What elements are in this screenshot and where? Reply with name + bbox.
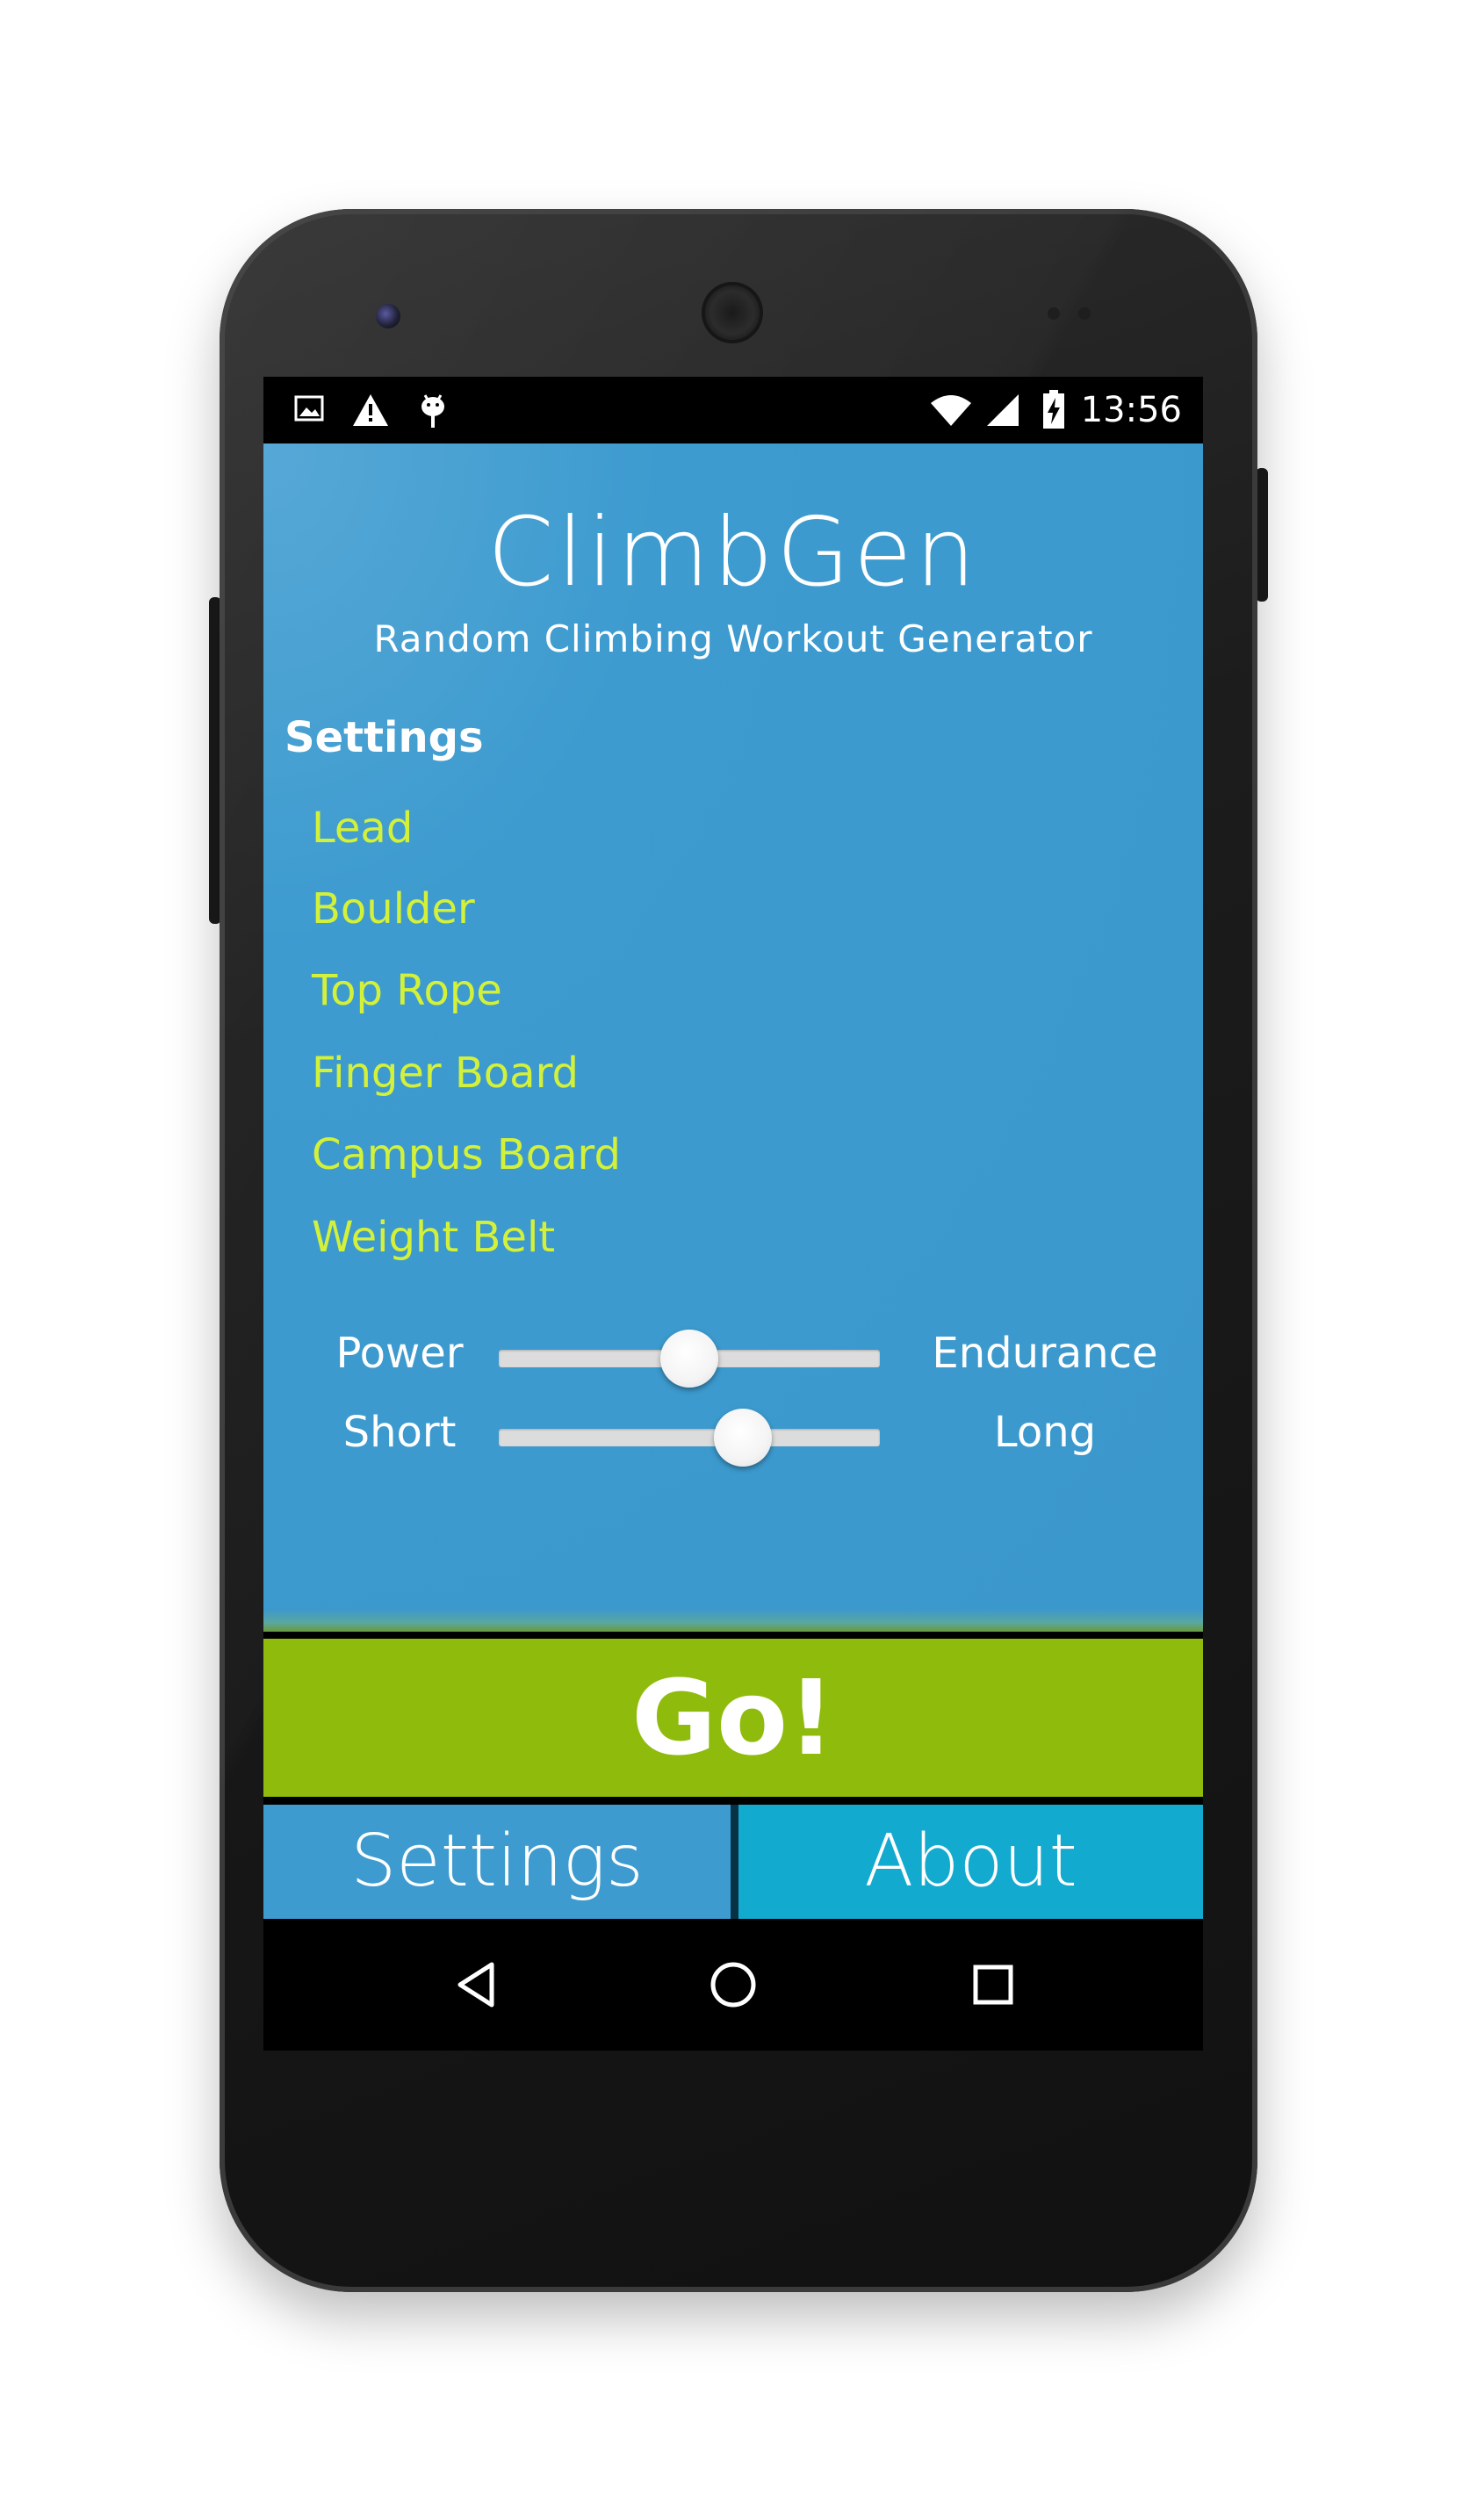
navigation-bar	[263, 1919, 1203, 2051]
earpiece-speaker	[705, 285, 760, 340]
slider-left-label: Short	[342, 1408, 457, 1457]
proximity-sensor	[1048, 307, 1060, 320]
app-title: ClimbGen	[487, 498, 979, 608]
light-sensor	[1078, 307, 1091, 320]
power-endurance-slider[interactable]	[499, 1330, 880, 1388]
wifi-icon	[929, 393, 973, 431]
battery-charging-icon	[1041, 389, 1066, 433]
slider-thumb[interactable]	[660, 1330, 718, 1388]
option-boulder[interactable]: Boulder	[312, 883, 475, 935]
option-top-rope[interactable]: Top Rope	[312, 964, 502, 1017]
status-time: 13:56	[1080, 390, 1182, 430]
warning-icon	[351, 393, 390, 436]
android-debug-icon	[417, 393, 449, 439]
screen: 13:56 ClimbGen Random Climbing Workout G…	[263, 377, 1203, 2051]
short-long-slider[interactable]	[499, 1409, 880, 1467]
tab-settings[interactable]: Settings	[263, 1805, 731, 1919]
signal-icon	[985, 393, 1020, 431]
status-bar: 13:56	[263, 377, 1203, 443]
option-lead[interactable]: Lead	[312, 802, 413, 854]
slider-thumb[interactable]	[713, 1409, 772, 1467]
recents-icon[interactable]	[962, 1954, 1024, 2015]
image-icon	[293, 393, 325, 432]
home-icon[interactable]	[702, 1954, 764, 2015]
power-endurance-slider-row: Power Endurance	[263, 1318, 1203, 1388]
option-weight-belt[interactable]: Weight Belt	[312, 1211, 555, 1264]
short-long-slider-row: Short Long	[263, 1397, 1203, 1467]
option-finger-board[interactable]: Finger Board	[312, 1047, 579, 1099]
tab-about[interactable]: About	[738, 1805, 1203, 1919]
option-campus-board[interactable]: Campus Board	[312, 1128, 621, 1181]
app-subtitle: Random Climbing Workout Generator	[373, 617, 1093, 660]
power-button	[1256, 468, 1268, 602]
front-camera	[376, 304, 400, 328]
settings-heading: Settings	[285, 713, 484, 762]
go-button[interactable]: Go!	[263, 1639, 1203, 1797]
app-content: ClimbGen Random Climbing Workout Generat…	[263, 443, 1203, 1632]
back-icon[interactable]	[446, 1954, 508, 2015]
tab-bar: Settings About	[263, 1805, 1203, 1919]
slider-right-label: Long	[993, 1408, 1097, 1457]
slider-right-label: Endurance	[932, 1329, 1158, 1378]
content-divider	[263, 1609, 1203, 1632]
slider-left-label: Power	[335, 1329, 464, 1378]
